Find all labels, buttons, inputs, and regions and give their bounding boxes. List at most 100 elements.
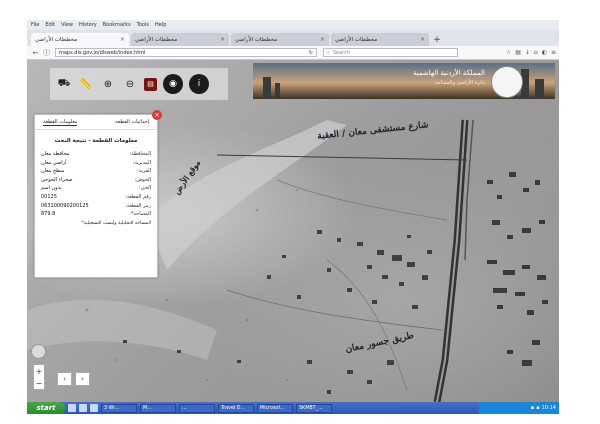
menu-bar: File Edit View History Bookmarks Tools H…: [27, 20, 559, 30]
new-tab-button[interactable]: +: [431, 34, 443, 46]
zoom-in-button[interactable]: +: [36, 367, 43, 376]
network-icon[interactable]: ▪: [531, 405, 534, 411]
reload-icon[interactable]: ↻: [309, 50, 313, 56]
info-icon[interactable]: ⓘ: [41, 47, 52, 58]
menu-edit[interactable]: Edit: [45, 22, 55, 28]
close-tab-icon[interactable]: ×: [420, 36, 425, 43]
menu-view[interactable]: View: [61, 22, 73, 28]
area-note: المساحة التحليلية وليست التسجيلية*: [81, 220, 151, 226]
map-toolbar: ⛟ 📏 ⊕ ⊖ ▤ ◉ i: [50, 68, 228, 100]
parcel-info-panel: × معلومات القطعة إحداثيات القطعة معلومات…: [34, 110, 162, 278]
close-icon[interactable]: ×: [152, 110, 162, 120]
tab-label: مخططات الأراضي: [335, 36, 378, 43]
close-tab-icon[interactable]: ×: [120, 36, 125, 43]
info-circle-icon[interactable]: i: [189, 74, 209, 94]
info-row: الحوض: صحراء الخوجي: [41, 176, 151, 185]
row-value: صحراء الخوجي: [41, 176, 73, 183]
report-icon[interactable]: ▤: [144, 77, 157, 91]
panel-tabs: معلومات القطعة إحداثيات القطعة: [35, 115, 157, 130]
row-label: الحي:: [139, 185, 151, 192]
menu-bookmarks[interactable]: Bookmarks: [103, 22, 131, 28]
search-input[interactable]: ⌕ Search: [323, 48, 458, 57]
measure-icon[interactable]: 📏: [78, 76, 94, 92]
satellite-map[interactable]: شارع مستشفى معان / العقبة موقع الأرض طري…: [27, 60, 559, 402]
car-icon[interactable]: ⛟: [56, 76, 72, 92]
row-value: 879.8: [41, 211, 56, 218]
windows-taskbar: start 3 Wi... M... ... Travel D... Micro…: [27, 402, 559, 414]
info-row: الحي: بدون اسم: [41, 184, 151, 193]
info-row: رمز القطعة: 063100090200125: [41, 202, 151, 211]
taskbar-button[interactable]: Travel D...: [218, 403, 254, 413]
info-row: المحافظة: محافظة معان: [41, 150, 151, 159]
tab-label: مخططات الأراضي: [235, 36, 278, 43]
row-label: القرية:: [137, 168, 151, 175]
quicklaunch-desktop-icon[interactable]: [79, 404, 87, 412]
start-button[interactable]: start: [27, 402, 65, 414]
menu-file[interactable]: File: [31, 22, 39, 28]
tab-label: مخططات الأراضي: [35, 36, 78, 43]
banner-title: المملكة الأردنية الهاشمية: [412, 69, 485, 77]
close-tab-icon[interactable]: ×: [220, 36, 225, 43]
panel-body: معلومات القطعة - نتيجة البحث المحافظة: مح…: [35, 130, 157, 230]
row-value: بدون اسم: [41, 185, 62, 192]
skyline-tower: [263, 77, 271, 99]
taskbar-button[interactable]: M...: [140, 403, 176, 413]
row-label: الحوض:: [134, 176, 151, 183]
volume-icon[interactable]: ▪: [536, 405, 539, 411]
url-text: maps.dls.gov.jo/dlsweb/index.html: [59, 49, 146, 56]
clock[interactable]: 10:14: [542, 405, 556, 411]
row-label: المديرية:: [132, 159, 151, 166]
zoom-control: + −: [33, 364, 45, 390]
info-row: المديرية: أراضي معان: [41, 159, 151, 168]
zoom-in-icon[interactable]: ⊕: [100, 76, 116, 92]
banner-subtitle: دائرة الأراضي والمساحة: [435, 80, 485, 86]
quicklaunch-folder-icon[interactable]: [90, 404, 98, 412]
back-icon[interactable]: ←: [30, 47, 41, 58]
taskbar-button[interactable]: ...: [179, 403, 215, 413]
navigation-bar: ← ⓘ maps.dls.gov.jo/dlsweb/index.html ↻ ⌕…: [27, 46, 559, 60]
browser-tab-3[interactable]: مخططات الأراضي ×: [231, 33, 329, 46]
site-banner: المملكة الأردنية الهاشمية دائرة الأراضي …: [253, 63, 555, 99]
tab-label: مخططات الأراضي: [135, 36, 178, 43]
info-row: المساحة*: 879.8: [41, 210, 151, 219]
quicklaunch-ie-icon[interactable]: [68, 404, 76, 412]
compass-icon[interactable]: [31, 344, 46, 359]
tab-parcel-info[interactable]: معلومات القطعة: [43, 119, 78, 126]
menu-tools[interactable]: Tools: [137, 22, 149, 28]
taskbar-button[interactable]: SKMBT_...: [296, 403, 332, 413]
browser-tab-2[interactable]: مخططات الأراضي ×: [131, 33, 229, 46]
zoom-out-button[interactable]: −: [36, 379, 43, 388]
dls-logo: [491, 66, 523, 98]
home-icon[interactable]: ⌂: [534, 49, 538, 56]
url-bar[interactable]: maps.dls.gov.jo/dlsweb/index.html ↻: [55, 48, 317, 57]
star-icon[interactable]: ☆: [506, 49, 511, 56]
row-value: محافظة معان: [41, 151, 70, 157]
skyline-tower: [275, 83, 280, 99]
row-value: أراضي معان: [41, 159, 67, 166]
row-value: 063100090200125: [41, 202, 89, 209]
prev-extent-button[interactable]: ‹: [57, 372, 72, 386]
taskbar-button[interactable]: 3 Wi...: [101, 403, 137, 413]
system-tray: ▪ ▪ 10:14: [479, 402, 559, 414]
tab-parcel-coordinates[interactable]: إحداثيات القطعة: [115, 119, 149, 126]
info-row: رقم القطعة: 00125: [41, 193, 151, 202]
clipboard-icon[interactable]: ▤: [515, 49, 521, 56]
pocket-icon[interactable]: ◐: [542, 49, 547, 56]
taskbar-button[interactable]: Microsof...: [257, 403, 293, 413]
row-value: سطح معان: [41, 168, 65, 175]
menu-history[interactable]: History: [79, 22, 97, 28]
close-tab-icon[interactable]: ×: [320, 36, 325, 43]
download-icon[interactable]: ↓: [525, 49, 530, 56]
skyline-tower: [535, 79, 544, 99]
zoom-out-icon[interactable]: ⊖: [122, 76, 138, 92]
next-extent-button[interactable]: ›: [75, 372, 90, 386]
hamburger-menu-icon[interactable]: ≡: [551, 49, 556, 56]
location-pin-icon[interactable]: ◉: [163, 74, 183, 94]
row-label: رمز القطعة:: [125, 202, 151, 209]
browser-tab-1[interactable]: مخططات الأراضي ×: [31, 33, 129, 46]
menu-help[interactable]: Help: [155, 22, 166, 28]
panel-title: معلومات القطعة - نتيجة البحث: [54, 138, 138, 144]
info-row: القرية: سطح معان: [41, 167, 151, 176]
scanned-screenshot: File Edit View History Bookmarks Tools H…: [27, 20, 559, 414]
browser-tab-4[interactable]: مخططات الأراضي ×: [331, 33, 429, 46]
